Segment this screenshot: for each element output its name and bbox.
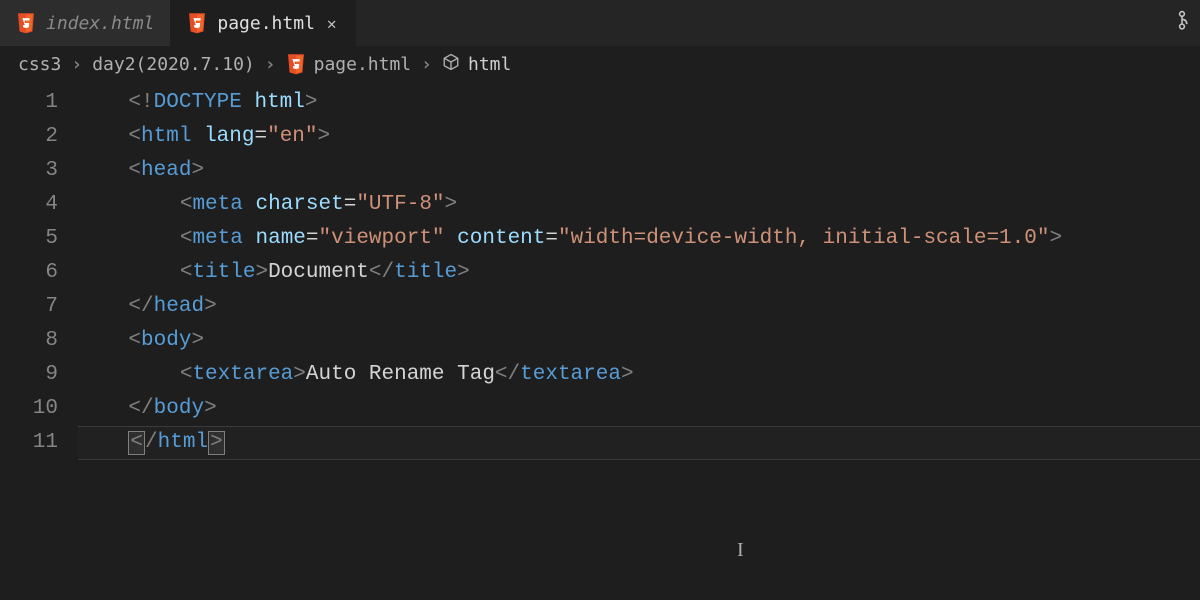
cube-icon (442, 53, 460, 76)
breadcrumb-item[interactable]: css3 (18, 54, 61, 75)
gitlens-icon[interactable] (1172, 10, 1192, 36)
code-line[interactable]: </body> (78, 392, 1200, 426)
code-area[interactable]: <!DOCTYPE html> <html lang="en"> <head> … (78, 82, 1200, 460)
tab-filler (356, 0, 1172, 46)
chevron-right-icon: › (71, 54, 82, 75)
line-number: 9 (0, 358, 58, 392)
tab-page-html[interactable]: page.html ✕ (171, 0, 355, 46)
line-number: 10 (0, 392, 58, 426)
line-number: 11 (0, 426, 58, 460)
code-line[interactable]: </head> (78, 290, 1200, 324)
line-number-gutter: 1234567891011 (0, 82, 78, 460)
tab-label: index.html (46, 13, 154, 34)
line-number: 5 (0, 222, 58, 256)
breadcrumb-item[interactable]: day2(2020.7.10) (92, 54, 255, 75)
close-icon[interactable]: ✕ (325, 12, 339, 35)
line-number: 7 (0, 290, 58, 324)
html5-icon (16, 12, 36, 34)
line-number: 2 (0, 120, 58, 154)
line-number: 4 (0, 188, 58, 222)
line-number: 3 (0, 154, 58, 188)
tab-label: page.html (217, 13, 315, 34)
tab-actions (1172, 0, 1200, 46)
html5-icon (187, 12, 207, 34)
code-line[interactable]: <body> (78, 324, 1200, 358)
breadcrumb-item[interactable]: page.html (286, 53, 412, 75)
code-line[interactable]: <textarea>Auto Rename Tag</textarea> (78, 358, 1200, 392)
text-cursor-icon: I (737, 539, 739, 563)
line-number: 1 (0, 86, 58, 120)
tab-index-html[interactable]: index.html (0, 0, 171, 46)
line-number: 8 (0, 324, 58, 358)
code-line[interactable]: <head> (78, 154, 1200, 188)
breadcrumb: css3 › day2(2020.7.10) › page.html › htm… (0, 46, 1200, 82)
breadcrumb-item[interactable]: html (442, 53, 511, 76)
line-number: 6 (0, 256, 58, 290)
code-line[interactable]: <meta charset="UTF-8"> (78, 188, 1200, 222)
code-line[interactable]: <html lang="en"> (78, 120, 1200, 154)
tab-bar: index.html page.html ✕ (0, 0, 1200, 46)
code-line[interactable]: <!DOCTYPE html> (78, 86, 1200, 120)
chevron-right-icon: › (265, 54, 276, 75)
code-line[interactable]: <meta name="viewport" content="width=dev… (78, 222, 1200, 256)
code-line[interactable]: </html> (78, 426, 1200, 460)
code-editor[interactable]: 1234567891011 <!DOCTYPE html> <html lang… (0, 82, 1200, 460)
html5-icon (286, 53, 306, 75)
chevron-right-icon: › (421, 54, 432, 75)
code-line[interactable]: <title>Document</title> (78, 256, 1200, 290)
